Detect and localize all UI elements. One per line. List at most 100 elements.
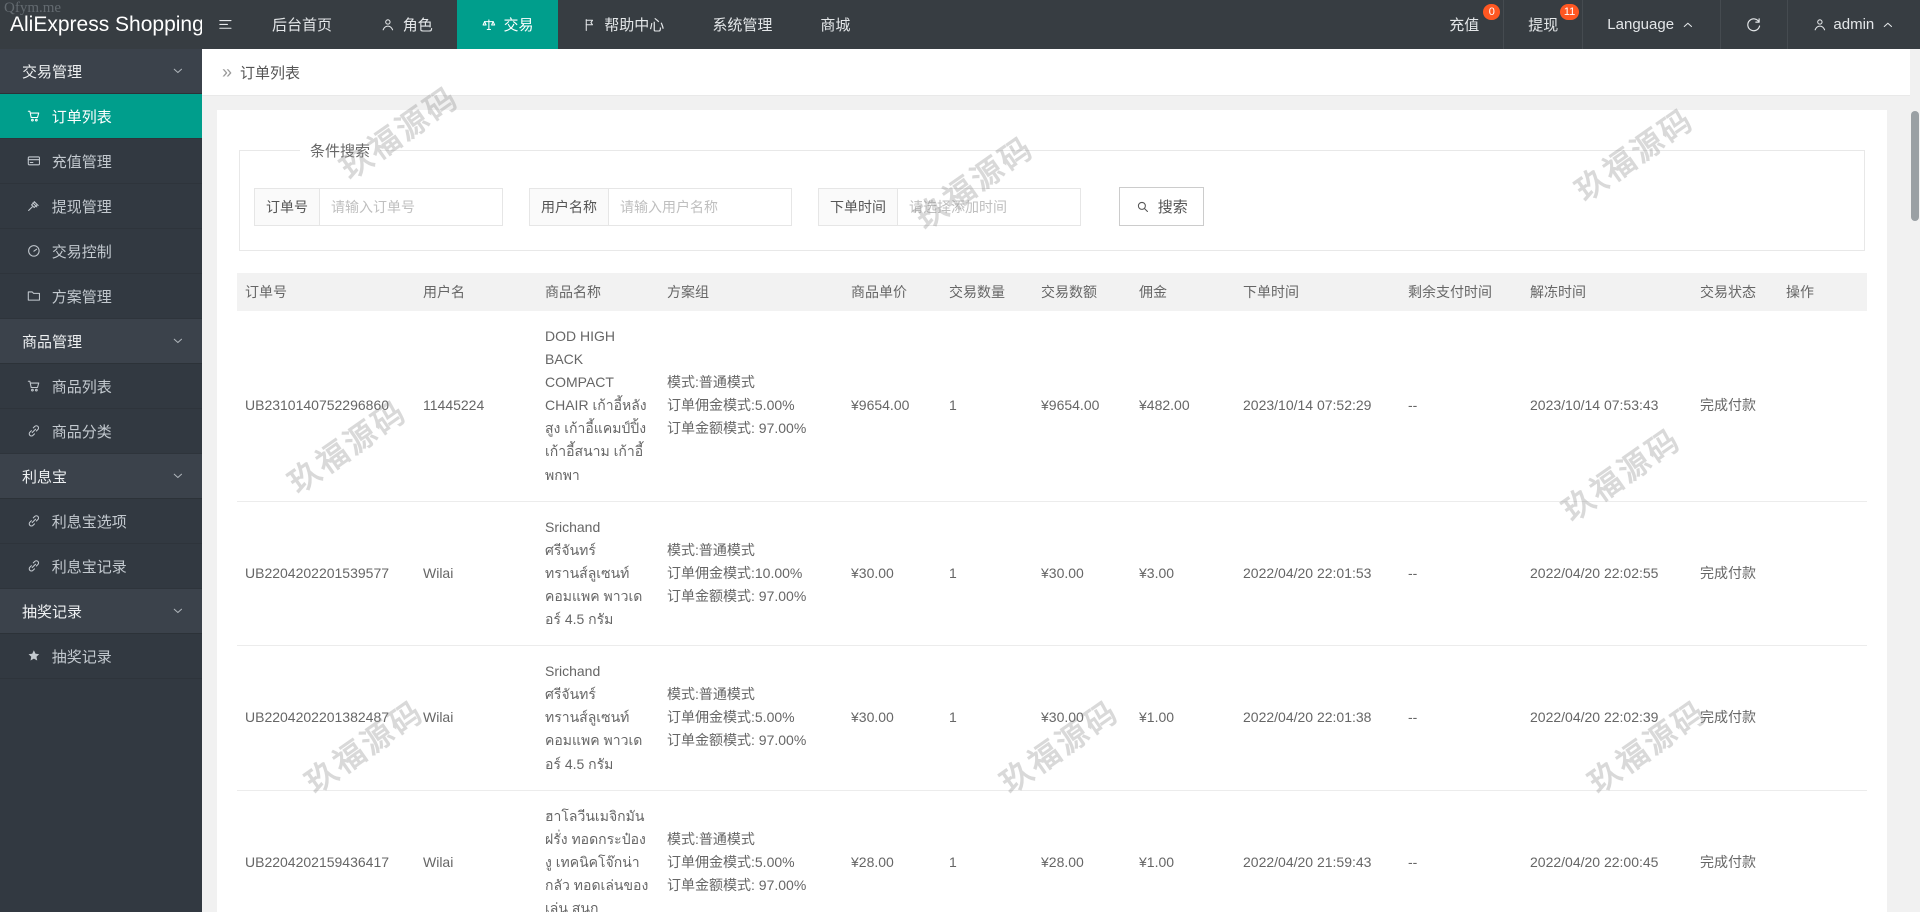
- chevron-down-icon: [170, 63, 186, 79]
- sidebar-item[interactable]: 充值管理: [0, 139, 202, 184]
- cell-quantity: 1: [941, 311, 1033, 502]
- sidebar-item[interactable]: 利息宝选项: [0, 499, 202, 544]
- sidebar-group[interactable]: 商品管理: [0, 319, 202, 364]
- cell-remaining-pay-time: --: [1400, 311, 1522, 502]
- top-nav-item[interactable]: 帮助中心: [558, 0, 689, 49]
- cell-product-name: Srichand ศรีจันทร์ ทรานส์ลูเซนท์ คอมแพค …: [537, 501, 659, 647]
- main-content: » 订单列表 条件搜索 订单号 用户名称 下单时间: [202, 49, 1920, 912]
- plan-mode-line: 模式:普通模式: [667, 374, 755, 391]
- chevron-down-icon: [170, 333, 186, 349]
- table-row: UB2204202201382487 Wilai Srichand ศรีจัน…: [237, 645, 1867, 791]
- plan-mode-line: 订单金额模式: 97.00%: [667, 876, 807, 893]
- cell-order-time: 2023/10/14 07:52:29: [1235, 311, 1400, 502]
- cell-unit-price: ¥9654.00: [843, 311, 941, 502]
- cell-amount: ¥30.00: [1033, 645, 1131, 791]
- chevron-up-icon: [1880, 17, 1896, 33]
- cell-commission: ¥3.00: [1131, 501, 1235, 647]
- cell-order-id: UB2204202201539577: [237, 501, 415, 647]
- cell-actions: [1778, 645, 1867, 791]
- cell-unfreeze-time: 2023/10/14 07:53:43: [1522, 311, 1692, 502]
- column-header: 交易状态: [1692, 273, 1778, 311]
- cell-status: 完成付款: [1692, 311, 1778, 502]
- top-nav-item[interactable]: 商城: [796, 0, 874, 49]
- admin-dropdown[interactable]: admin: [1786, 0, 1920, 49]
- table-row: UB2204202159436417 Wilai ฮาโลวีนเมจิกมัน…: [237, 790, 1867, 912]
- scrollbar-thumb[interactable]: [1911, 111, 1919, 221]
- sidebar-group[interactable]: 抽奖记录: [0, 589, 202, 634]
- recharge-button[interactable]: 充值 0: [1425, 0, 1503, 49]
- column-header: 交易数额: [1033, 273, 1131, 311]
- menu-toggle-icon[interactable]: [202, 0, 248, 49]
- cell-product-name: Srichand ศรีจันทร์ ทรานส์ลูเซนท์ คอมแพค …: [537, 645, 659, 791]
- language-dropdown[interactable]: Language: [1582, 0, 1720, 49]
- table-body: UB2310140752296860 11445224 DOD HIGH BAC…: [237, 311, 1867, 912]
- cell-status: 完成付款: [1692, 501, 1778, 647]
- column-header: 解冻时间: [1522, 273, 1692, 311]
- column-header: 用户名: [415, 273, 537, 311]
- column-header: 剩余支付时间: [1400, 273, 1522, 311]
- top-nav-item[interactable]: 系统管理: [688, 0, 796, 49]
- sidebar-item[interactable]: 提现管理: [0, 184, 202, 229]
- cell-quantity: 1: [941, 645, 1033, 791]
- folder-icon: [26, 288, 42, 304]
- order-time-input[interactable]: [898, 188, 1080, 225]
- chevron-down-icon: [170, 468, 186, 484]
- cell-username: Wilai: [415, 790, 537, 912]
- table-row: UB2310140752296860 11445224 DOD HIGH BAC…: [237, 311, 1867, 502]
- top-nav-item[interactable]: 后台首页: [248, 0, 356, 49]
- order-id-input[interactable]: [320, 188, 502, 225]
- link-icon: [26, 513, 42, 529]
- sidebar-item[interactable]: 抽奖记录: [0, 634, 202, 679]
- table-header-row: 订单号 用户名 商品名称 方案组 商品单价 交易数量 交易数额 佣金 下单时间 剩余支付时间 解冻时…: [237, 273, 1867, 311]
- cell-quantity: 1: [941, 501, 1033, 647]
- content-card: 条件搜索 订单号 用户名称 下单时间 搜索: [217, 110, 1887, 912]
- top-nav: 后台首页 角色 交易 帮助中心 系统管理 商城: [248, 0, 874, 49]
- column-header: 交易数量: [941, 273, 1033, 311]
- cart-icon: [26, 378, 42, 394]
- top-nav-item[interactable]: 角色: [356, 0, 457, 49]
- sidebar-item[interactable]: 交易控制: [0, 229, 202, 274]
- sidebar-item[interactable]: 利息宝记录: [0, 544, 202, 589]
- sidebar-item[interactable]: 商品列表: [0, 364, 202, 409]
- cell-unfreeze-time: 2022/04/20 22:02:39: [1522, 645, 1692, 791]
- cell-username: Wilai: [415, 645, 537, 791]
- top-nav-item[interactable]: 交易: [456, 0, 558, 49]
- sidebar-item[interactable]: 订单列表: [0, 94, 202, 139]
- corner-watermark: Qfym.me: [4, 0, 62, 16]
- sidebar-group[interactable]: 利息宝: [0, 454, 202, 499]
- cell-unit-price: ¥28.00: [843, 790, 941, 912]
- sidebar-item[interactable]: 商品分类: [0, 409, 202, 454]
- search-panel-legend: 条件搜索: [310, 143, 371, 160]
- scale-icon: [481, 17, 497, 33]
- search-button[interactable]: 搜索: [1119, 187, 1204, 226]
- top-bar: Qfym.me AliExpress Shopping... 后台首页 角色 交易帮…: [0, 0, 1920, 49]
- refresh-button[interactable]: [1719, 0, 1787, 49]
- plan-mode-line: 模式:普通模式: [667, 541, 755, 558]
- link-icon: [26, 558, 42, 574]
- cell-plan-group: 模式:普通模式 订单佣金模式:5.00% 订单金额模式: 97.00%: [659, 790, 843, 912]
- column-header: 方案组: [659, 273, 843, 311]
- column-header: 佣金: [1131, 273, 1235, 311]
- cell-order-time: 2022/04/20 22:01:53: [1235, 501, 1400, 647]
- withdraw-button[interactable]: 提现 11: [1503, 0, 1582, 49]
- column-header: 商品单价: [843, 273, 941, 311]
- sidebar-item[interactable]: 方案管理: [0, 274, 202, 319]
- cell-unfreeze-time: 2022/04/20 22:00:45: [1522, 790, 1692, 912]
- plan-mode-line: 模式:普通模式: [667, 830, 755, 847]
- cell-order-id: UB2310140752296860: [237, 311, 415, 502]
- cell-order-id: UB2204202159436417: [237, 790, 415, 912]
- cell-commission: ¥482.00: [1131, 311, 1235, 502]
- username-input[interactable]: [609, 188, 791, 225]
- search-icon: [1135, 199, 1151, 215]
- cell-order-time: 2022/04/20 21:59:43: [1235, 790, 1400, 912]
- username-label: 用户名称: [530, 188, 609, 225]
- cell-unit-price: ¥30.00: [843, 501, 941, 647]
- cell-amount: ¥28.00: [1033, 790, 1131, 912]
- scrollbar-track[interactable]: [1910, 49, 1920, 912]
- plan-mode-line: 模式:普通模式: [667, 686, 755, 703]
- star-icon: [26, 648, 42, 664]
- sidebar-group[interactable]: 交易管理: [0, 49, 202, 94]
- flag-icon: [582, 17, 598, 33]
- order-id-label: 订单号: [255, 188, 320, 225]
- column-header: 商品名称: [537, 273, 659, 311]
